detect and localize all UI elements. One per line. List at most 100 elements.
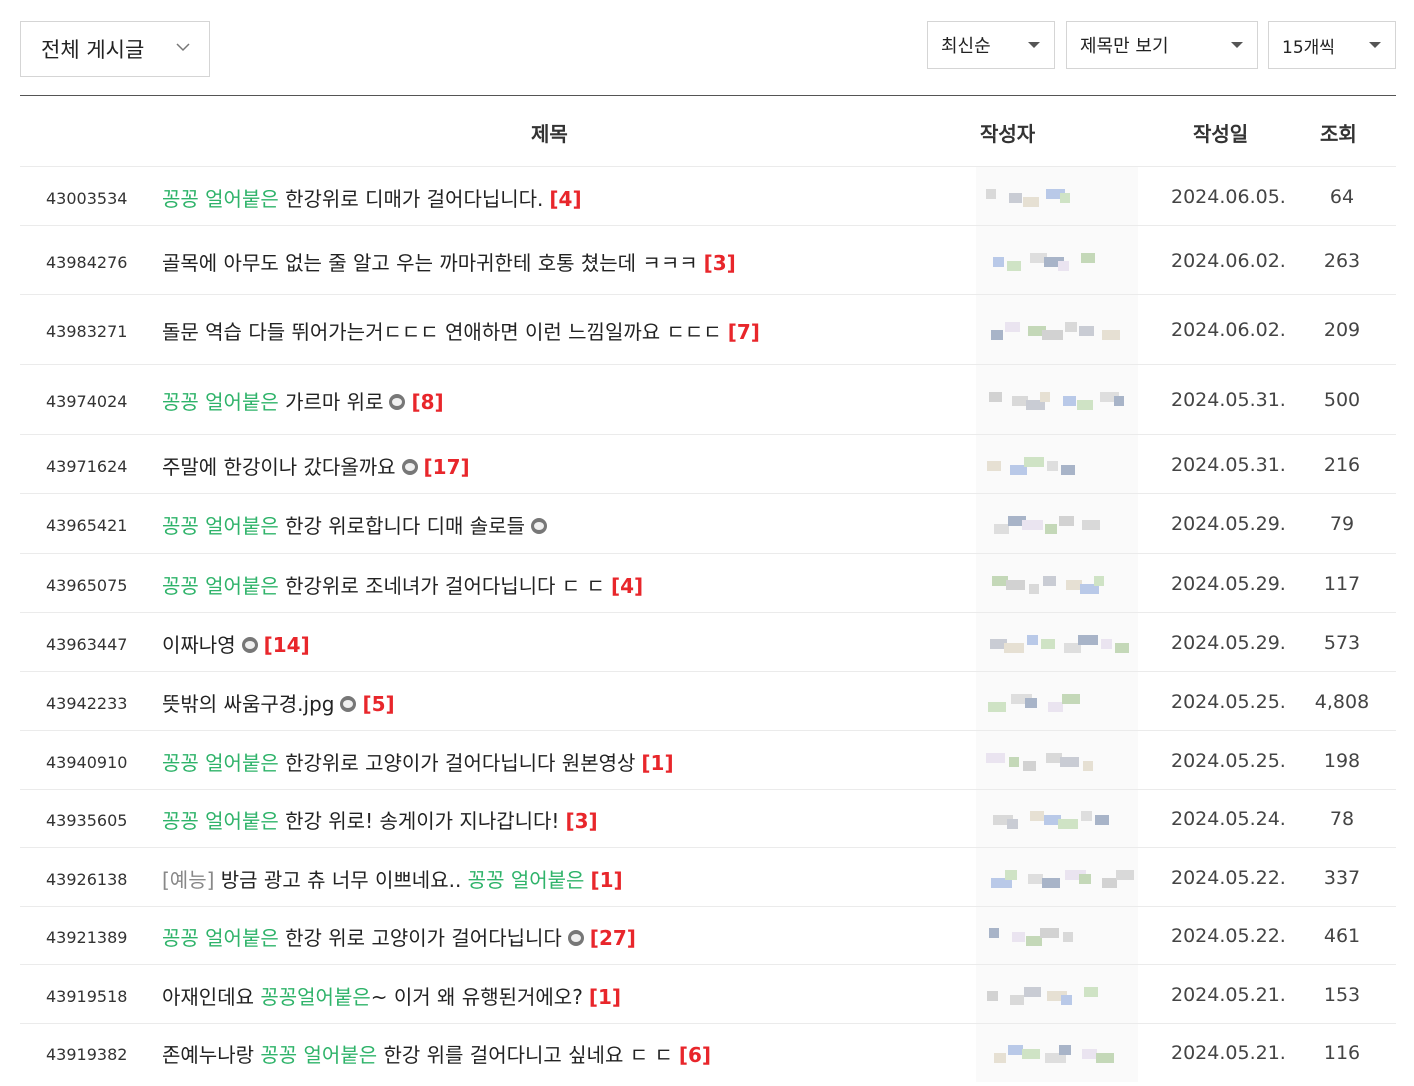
- blur-pixel: [1040, 392, 1050, 402]
- title-text: 이짜나영: [162, 633, 236, 657]
- view-count: 64: [1329, 186, 1355, 208]
- post-date: 2024.05.24.: [1171, 808, 1286, 830]
- post-title-link[interactable]: 꽁꽁 얼어붙은 한강 위로! 송게이가 지나갑니다! [3]: [162, 805, 598, 834]
- sort-select[interactable]: 최신순: [927, 21, 1055, 69]
- author-name-blurred[interactable]: [976, 613, 1138, 672]
- blur-pixel: [1027, 635, 1038, 645]
- highlight-keyword: 꽁꽁 얼어붙은: [162, 809, 279, 833]
- comment-count: [17]: [423, 455, 470, 479]
- post-title-link[interactable]: [예능] 방금 광고 츄 너무 이쁘네요.. 꽁꽁 얼어붙은 [1]: [162, 864, 623, 893]
- post-title-link[interactable]: 존예누나랑 꽁꽁 얼어붙은 한강 위를 걸어다니고 싶네요 ㄷ ㄷ [6]: [162, 1039, 711, 1068]
- post-date: 2024.06.02.: [1171, 319, 1286, 341]
- per-page-select-value: 15개씩: [1282, 37, 1335, 58]
- table-row: 43919518 아재인데요 꽁꽁얼어붙은~ 이거 왜 유행된거에오? [1] 202…: [20, 964, 1396, 1024]
- post-title-link[interactable]: 꽁꽁 얼어붙은 한강 위로합니다 디매 솔로들: [162, 510, 547, 539]
- post-title-link[interactable]: 주말에 한강이나 갔다올까요 [17]: [162, 451, 470, 480]
- blur-pixel: [1047, 461, 1058, 471]
- blur-pixel: [1063, 396, 1076, 406]
- post-title-link[interactable]: 골목에 아무도 없는 줄 알고 우는 까마귀한테 호통 쳤는데 ㅋㅋㅋ [3]: [162, 247, 736, 276]
- blur-pixel: [1025, 698, 1037, 708]
- caret-down-icon: [1231, 42, 1243, 48]
- header-date: 작성일: [1193, 122, 1249, 146]
- highlight-keyword: 꽁꽁 얼어붙은: [162, 574, 279, 598]
- per-page-select[interactable]: 15개씩: [1268, 21, 1396, 69]
- comment-count: [1]: [590, 868, 623, 892]
- view-count: 461: [1323, 925, 1361, 947]
- table-row: 43926138 [예능] 방금 광고 츄 너무 이쁘네요.. 꽁꽁 얼어붙은 [1…: [20, 847, 1396, 907]
- title-text: 뜻밖의 싸움구경.jpg: [162, 692, 335, 716]
- post-date: 2024.05.31.: [1171, 389, 1286, 411]
- post-date: 2024.06.02.: [1171, 250, 1286, 272]
- comment-count: [3]: [703, 251, 736, 275]
- title-text: 한강 위로합니다 디매 솔로들: [278, 514, 525, 538]
- blur-pixel: [1115, 643, 1129, 653]
- header-author: 작성자: [980, 122, 1036, 146]
- author-name-blurred[interactable]: [976, 435, 1138, 494]
- table-row: 43963447 이짜나영 [14] 2024.05.29. 573: [20, 612, 1396, 672]
- post-date: 2024.05.29.: [1171, 573, 1286, 595]
- title-text: 주말에 한강이나 갔다올까요: [162, 455, 396, 479]
- blur-pixel: [1060, 757, 1079, 767]
- blur-pixel: [1024, 987, 1041, 997]
- board-filter-dropdown[interactable]: 전체 게시글: [20, 21, 210, 77]
- title-text: 방금 광고 츄 너무 이쁘네요..: [214, 868, 468, 892]
- blur-pixel: [1094, 576, 1104, 586]
- blur-pixel: [994, 1053, 1006, 1063]
- comment-count: [6]: [678, 1043, 712, 1067]
- post-number: 43926138: [46, 870, 128, 889]
- blur-pixel: [1084, 987, 1098, 997]
- author-name-blurred[interactable]: [976, 848, 1138, 907]
- sort-select-value: 최신순: [941, 36, 991, 57]
- author-name-blurred[interactable]: [976, 672, 1138, 731]
- title-text: 존예누나랑: [162, 1043, 261, 1067]
- author-name-blurred[interactable]: [976, 226, 1138, 295]
- post-title-link[interactable]: 꽁꽁 얼어붙은 한강위로 고양이가 걸어다닙니다 원본영상 [1]: [162, 747, 674, 776]
- view-mode-select[interactable]: 제목만 보기: [1066, 21, 1258, 69]
- category-tag: [예능]: [162, 868, 215, 892]
- author-name-blurred[interactable]: [976, 1024, 1138, 1082]
- post-title-link[interactable]: 아재인데요 꽁꽁얼어붙은~ 이거 왜 유행된거에오? [1]: [162, 981, 621, 1010]
- comment-count: [3]: [565, 809, 598, 833]
- blur-pixel: [1079, 326, 1094, 336]
- author-name-blurred[interactable]: [976, 295, 1138, 365]
- post-title-link[interactable]: 꽁꽁 얼어붙은 한강 위로 고양이가 걸어다닙니다 [27]: [162, 922, 636, 951]
- author-name-blurred[interactable]: [976, 494, 1138, 554]
- comment-count: [5]: [362, 692, 395, 716]
- blur-pixel: [1081, 253, 1095, 263]
- blur-pixel: [1042, 878, 1060, 888]
- blur-pixel: [1082, 1049, 1097, 1059]
- highlight-keyword: 꽁꽁 얼어붙은: [162, 926, 279, 950]
- blur-pixel: [1009, 757, 1019, 767]
- author-name-blurred[interactable]: [976, 907, 1138, 965]
- author-name-blurred[interactable]: [976, 554, 1138, 613]
- author-name-blurred[interactable]: [976, 965, 1138, 1024]
- comment-count: [27]: [589, 926, 636, 950]
- comment-count: [8]: [411, 390, 444, 414]
- view-count: 4,808: [1314, 691, 1370, 713]
- blur-pixel: [1005, 870, 1017, 880]
- view-count: 78: [1329, 808, 1355, 830]
- post-title-link[interactable]: 뜻밖의 싸움구경.jpg [5]: [162, 688, 395, 717]
- title-text: 한강 위를 걸어다니고 싶네요 ㄷ ㄷ: [377, 1043, 673, 1067]
- title-text: 한강위로 디매가 걸어다닙니다.: [278, 187, 544, 211]
- author-name-blurred[interactable]: [976, 167, 1138, 226]
- comment-count: [1]: [641, 751, 674, 775]
- post-title-link[interactable]: 이짜나영 [14]: [162, 629, 310, 658]
- blur-pixel: [1045, 524, 1057, 534]
- author-name-blurred[interactable]: [976, 365, 1138, 435]
- post-title-link[interactable]: 꽁꽁 얼어붙은 한강위로 디매가 걸어다닙니다. [4]: [162, 183, 582, 212]
- image-attached-icon: [567, 930, 584, 946]
- post-title-link[interactable]: 꽁꽁 얼어붙은 가르마 위로 [8]: [162, 386, 444, 415]
- post-number: 43940910: [46, 753, 128, 772]
- blur-pixel: [993, 257, 1004, 267]
- author-name-blurred[interactable]: [976, 790, 1138, 848]
- blur-pixel: [1060, 193, 1070, 203]
- title-text: 한강 위로 고양이가 걸어다닙니다: [278, 926, 562, 950]
- post-title-link[interactable]: 꽁꽁 얼어붙은 한강위로 조네녀가 걸어다닙니다 ㄷ ㄷ [4]: [162, 570, 643, 599]
- blur-pixel: [1007, 819, 1018, 829]
- blur-pixel: [1022, 520, 1043, 530]
- post-title-link[interactable]: 돌문 역습 다들 뛰어가는거ㄷㄷㄷ 연애하면 이런 느낌일까요 ㄷㄷㄷ [7]: [162, 316, 760, 345]
- blur-pixel: [1061, 465, 1075, 475]
- author-name-blurred[interactable]: [976, 731, 1138, 790]
- blur-pixel: [1101, 639, 1112, 649]
